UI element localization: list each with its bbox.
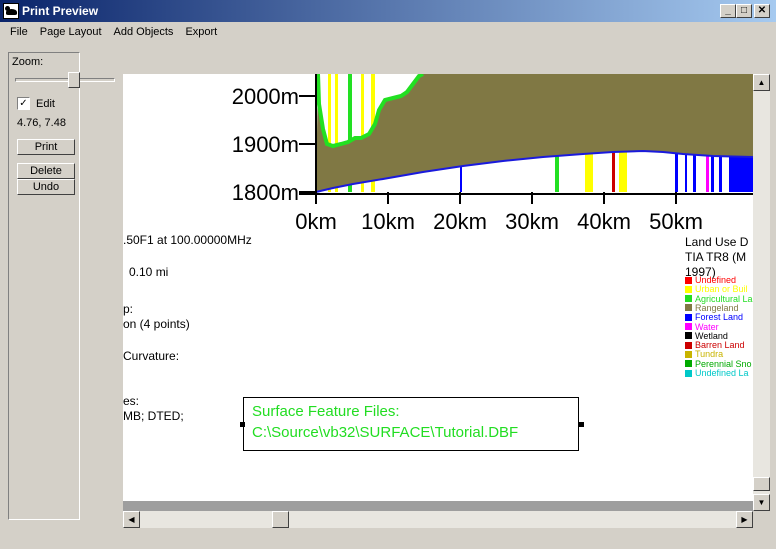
legend-swatch — [685, 295, 692, 303]
menu-add-objects[interactable]: Add Objects — [108, 26, 180, 38]
legend-swatch — [685, 332, 692, 340]
control-panel: Zoom: ✓ Edit 4.76, 7.48 Print Delete Und… — [8, 52, 115, 520]
zoom-slider-track[interactable] — [15, 78, 115, 82]
scroll-right-button[interactable]: ▶ — [736, 511, 753, 528]
menu-bar: File Page Layout Add Objects Export — [0, 22, 776, 42]
terrain-fill — [316, 74, 753, 192]
distance-text: 0.10 mi — [129, 265, 169, 279]
scroll-left-button[interactable]: ◀ — [123, 511, 140, 528]
menu-export[interactable]: Export — [179, 26, 223, 38]
y-tick-label: 1900m — [232, 132, 299, 157]
x-tick-label: 40km — [577, 209, 631, 234]
title-bar: Print Preview _ □ ✕ — [0, 0, 776, 22]
profile-label-text: p: — [123, 302, 134, 316]
points-text: on (4 points) — [123, 317, 190, 331]
terrain-profile-chart: 2000m 1900m 1800m 0km 10km 20km 30km 40km 50km — [232, 74, 753, 234]
legend-swatch — [685, 369, 692, 377]
x-tick-label: 10km — [361, 209, 415, 234]
resize-handle-right[interactable] — [579, 422, 584, 427]
legend-swatch — [685, 313, 692, 321]
vertical-scroll-thumb[interactable] — [753, 477, 770, 491]
x-tick-label: 30km — [505, 209, 559, 234]
zoom-slider[interactable] — [13, 70, 117, 88]
legend-title-line: TIA TR8 (M — [685, 250, 747, 264]
window-title: Print Preview — [22, 4, 99, 18]
horizontal-scrollbar[interactable]: ◀ ▶ — [123, 511, 753, 528]
y-tick-label: 2000m — [232, 84, 299, 109]
legend-swatch — [685, 285, 692, 293]
delete-button[interactable]: Delete — [17, 163, 75, 179]
legend-swatch — [685, 323, 692, 330]
legend-swatch — [685, 276, 692, 284]
surface-feature-path: C:\Source\vb32\SURFACE\Tutorial.DBF — [252, 424, 519, 441]
legend-swatch — [685, 350, 692, 358]
undo-button[interactable]: Undo — [17, 179, 75, 195]
print-button[interactable]: Print — [17, 139, 75, 155]
resize-handle-left[interactable] — [240, 422, 245, 427]
scroll-up-button[interactable]: ▲ — [753, 74, 770, 91]
zoom-label: Zoom: — [12, 56, 44, 68]
legend-title-line: Land Use D — [685, 235, 749, 249]
vertical-scrollbar[interactable]: ▲ ▼ — [753, 74, 770, 511]
coordinates-readout: 4.76, 7.48 — [17, 117, 66, 129]
minimize-button[interactable]: _ — [720, 4, 736, 18]
horizontal-scroll-thumb[interactable] — [272, 511, 289, 528]
legend-swatch — [685, 360, 692, 368]
edit-label: Edit — [36, 97, 55, 110]
zoom-slider-thumb[interactable] — [68, 72, 80, 88]
app-icon — [3, 3, 19, 19]
preview-page: 2000m 1900m 1800m 0km 10km 20km 30km 40km 50km … — [123, 74, 753, 511]
scroll-down-button[interactable]: ▼ — [753, 494, 770, 511]
files-label-text: es: — [123, 394, 140, 408]
legend-swatch — [685, 341, 692, 349]
close-button[interactable]: ✕ — [754, 4, 770, 18]
legend-item: Undefined La — [685, 368, 749, 378]
y-tick-label: 1800m — [232, 180, 299, 205]
surface-feature-title: Surface Feature Files: — [252, 403, 400, 420]
surface-feature-textbox[interactable]: Surface Feature Files: C:\Source\vb32\SU… — [243, 397, 579, 451]
menu-page-layout[interactable]: Page Layout — [34, 26, 108, 38]
legend-swatch — [685, 304, 692, 312]
frequency-text: .50F1 at 100.00000MHz — [123, 233, 252, 247]
page-margin-band — [123, 501, 753, 511]
terrain-files-text: MB; DTED; — [123, 409, 184, 423]
curvature-text: Curvature: — [123, 349, 180, 363]
edit-checkbox[interactable]: ✓ — [17, 97, 30, 110]
x-tick-label: 50km — [649, 209, 703, 234]
x-tick-label: 20km — [433, 209, 487, 234]
menu-file[interactable]: File — [4, 26, 34, 38]
x-tick-label: 0km — [295, 209, 337, 234]
maximize-button[interactable]: □ — [736, 4, 752, 18]
legend-label: Undefined La — [695, 368, 749, 378]
